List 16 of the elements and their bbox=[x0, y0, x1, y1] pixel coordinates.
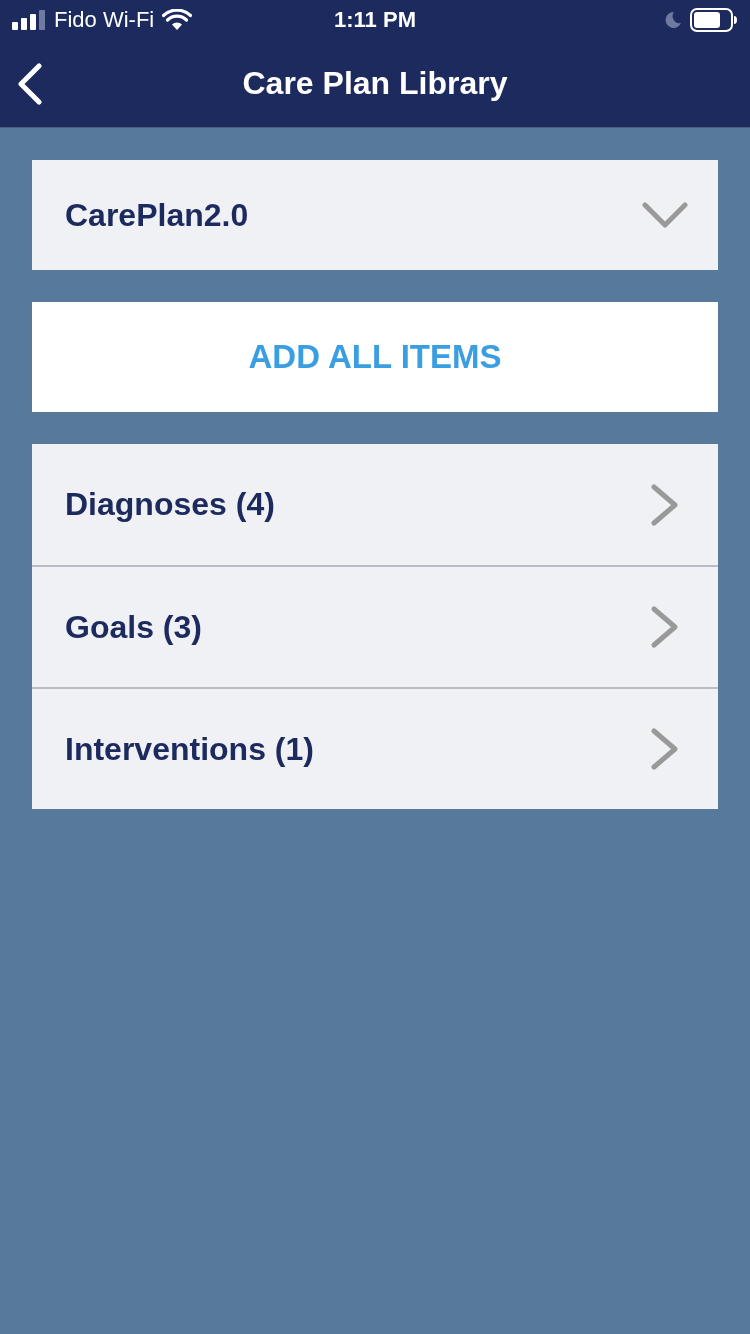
category-row[interactable]: Diagnoses (4) bbox=[32, 444, 718, 565]
back-icon[interactable] bbox=[17, 62, 43, 105]
wifi-icon bbox=[162, 9, 193, 31]
status-time: 1:11 PM bbox=[333, 7, 417, 33]
chevron-right-icon bbox=[650, 605, 680, 649]
moon-icon bbox=[664, 11, 682, 29]
screen-title: Care Plan Library bbox=[241, 65, 509, 102]
carrier-name: Fido Wi-Fi bbox=[54, 7, 155, 33]
category-row[interactable]: Goals (3) bbox=[32, 565, 718, 687]
battery-icon bbox=[690, 8, 738, 32]
chevron-down-icon bbox=[642, 201, 688, 229]
chevron-right-icon bbox=[650, 482, 680, 527]
plan-dropdown[interactable]: CarePlan2.0 bbox=[32, 160, 718, 270]
chevron-right-icon bbox=[650, 727, 680, 771]
category-row[interactable]: Interventions (1) bbox=[32, 687, 718, 809]
signal-icon bbox=[12, 10, 46, 30]
